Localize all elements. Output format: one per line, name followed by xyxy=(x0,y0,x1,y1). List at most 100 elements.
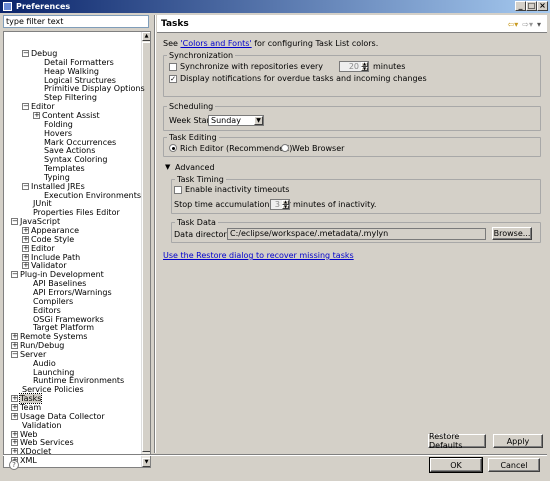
expand-icon[interactable]: + xyxy=(22,227,29,234)
data-dir-field[interactable]: C:/eclipse/workspace/.metadata/.mylyn xyxy=(227,228,486,240)
tree-item[interactable]: Target Platform xyxy=(22,323,94,332)
tree-item[interactable]: + Validator xyxy=(22,261,67,270)
expand-icon[interactable]: + xyxy=(11,430,18,438)
chevron-down-icon[interactable]: ▼ xyxy=(254,116,263,125)
collapse-icon[interactable]: − xyxy=(22,103,29,111)
spin-down-icon[interactable]: ▼ xyxy=(361,66,368,71)
tree-item[interactable]: Launching xyxy=(22,368,74,377)
tree-item[interactable]: + Remote Systems xyxy=(11,332,87,341)
menu-icon[interactable]: ▾ xyxy=(537,20,541,29)
tree-item[interactable]: Templates xyxy=(33,164,85,173)
notify-checkbox[interactable]: ✓ xyxy=(169,75,177,83)
expand-icon[interactable]: + xyxy=(11,333,18,341)
stop-minutes-spinner[interactable]: 3 ▲ ▼ xyxy=(270,199,290,210)
tree-item[interactable]: Service Policies xyxy=(11,385,84,394)
tree-item[interactable]: − Installed JREs xyxy=(22,182,85,191)
expand-icon[interactable]: + xyxy=(11,404,18,411)
tree-item[interactable]: + Usage Data Collector xyxy=(11,412,105,421)
tree-item-label: Editor xyxy=(31,102,55,112)
tree-item[interactable]: − Plug-in Development xyxy=(11,270,104,279)
sync-group-title: Synchronization xyxy=(167,51,236,60)
tree-item[interactable]: + Web Services xyxy=(11,438,74,447)
expand-icon[interactable]: + xyxy=(11,342,18,350)
maximize-icon[interactable]: □ xyxy=(526,1,537,11)
tree-item[interactable]: Syntax Coloring xyxy=(33,155,107,164)
tree-item[interactable]: Runtime Environments xyxy=(22,376,124,385)
tree-item[interactable]: Execution Environments xyxy=(33,191,141,200)
close-icon[interactable]: × xyxy=(537,1,548,11)
tree-item[interactable]: Compilers xyxy=(22,297,73,306)
tree-item[interactable]: Primitive Display Options xyxy=(33,84,145,93)
expand-icon[interactable]: + xyxy=(22,253,29,261)
expand-icon[interactable]: + xyxy=(11,395,18,403)
advanced-label[interactable]: Advanced xyxy=(175,163,215,172)
tree-item[interactable]: Audio xyxy=(22,359,56,368)
tree-item[interactable]: − Editor xyxy=(22,102,55,111)
tree-item[interactable]: + Code Style xyxy=(22,235,74,244)
tree-item[interactable]: + Appearance xyxy=(22,226,79,235)
tree-scrollbar[interactable]: ▲ ▼ xyxy=(141,32,150,467)
tree-item[interactable]: Folding xyxy=(33,120,73,129)
collapse-icon[interactable]: − xyxy=(11,350,18,358)
spin-down-icon[interactable]: ▼ xyxy=(282,204,289,209)
filter-input[interactable] xyxy=(3,15,149,28)
tree-item[interactable]: + Include Path xyxy=(22,253,80,262)
expand-icon[interactable]: + xyxy=(11,439,18,447)
restore-defaults-button[interactable]: Restore Defaults xyxy=(428,432,486,450)
colors-fonts-link[interactable]: 'Colors and Fonts' xyxy=(180,39,251,48)
tree-item[interactable]: JUnit xyxy=(22,199,52,208)
cancel-button[interactable]: Cancel xyxy=(488,458,540,472)
tree-item[interactable]: Mark Occurrences xyxy=(33,138,116,147)
sync-checkbox[interactable] xyxy=(169,63,177,71)
week-start-select[interactable]: Sunday ▼ xyxy=(208,115,264,126)
tree-item[interactable]: − Server xyxy=(11,350,46,359)
ok-button[interactable]: OK xyxy=(429,457,483,473)
tree-item[interactable]: + Run/Debug xyxy=(11,341,64,350)
collapse-icon[interactable]: − xyxy=(11,271,18,279)
scroll-thumb[interactable] xyxy=(142,42,150,452)
inactivity-checkbox[interactable] xyxy=(174,186,182,194)
help-icon[interactable]: ? xyxy=(9,460,19,470)
tree-item[interactable]: Logical Structures xyxy=(33,76,116,85)
tree-item[interactable]: Properties Files Editor xyxy=(22,208,120,217)
tree-item[interactable]: + Editor xyxy=(22,244,55,253)
tree-item[interactable]: API Errors/Warnings xyxy=(22,288,112,297)
tree-item[interactable]: Detail Formatters xyxy=(33,58,114,67)
tree-item[interactable]: OSGi Frameworks xyxy=(22,315,104,324)
expand-icon[interactable]: + xyxy=(22,235,29,243)
forward-arrow-icon[interactable]: ⇨▾ xyxy=(522,20,533,29)
tree-item[interactable]: + Content Assist xyxy=(33,111,100,120)
collapse-icon[interactable]: − xyxy=(22,182,29,190)
apply-button[interactable]: Apply xyxy=(493,434,543,448)
minimize-icon[interactable]: _ xyxy=(515,1,526,11)
tree-item[interactable]: Save Actions xyxy=(33,146,95,155)
tree-item[interactable]: Validation xyxy=(11,421,62,430)
tree-item[interactable]: + Tasks xyxy=(11,393,43,405)
collapse-icon[interactable]: − xyxy=(22,50,29,57)
rich-editor-radio[interactable] xyxy=(169,144,177,152)
tree-item[interactable]: − JavaScript xyxy=(11,217,60,226)
tree-item[interactable]: Hovers xyxy=(33,129,72,138)
expand-icon[interactable]: + xyxy=(22,244,29,252)
collapse-icon[interactable]: − xyxy=(11,218,18,226)
back-arrow-icon[interactable]: ⇦▾ xyxy=(508,20,519,29)
web-browser-radio[interactable] xyxy=(281,144,289,152)
advanced-toggle-icon[interactable]: ▼ xyxy=(165,163,170,171)
tree-item[interactable]: Step Filtering xyxy=(33,93,97,102)
sash[interactable] xyxy=(154,15,156,453)
scroll-up-icon[interactable]: ▲ xyxy=(142,32,150,41)
tree-item[interactable]: Editors xyxy=(22,306,61,315)
sync-minutes-spinner[interactable]: 20 ▲ ▼ xyxy=(339,61,369,72)
scroll-down-icon[interactable]: ▼ xyxy=(142,458,150,467)
expand-icon[interactable]: + xyxy=(11,412,18,420)
tree-item[interactable]: Typing xyxy=(33,173,70,182)
tree-item[interactable]: Heap Walking xyxy=(33,67,99,76)
tree-item[interactable]: + Web xyxy=(11,430,37,439)
tree-item[interactable]: − Debug xyxy=(22,49,57,58)
tree-item[interactable]: + Team xyxy=(11,403,41,412)
browse-button[interactable]: Browse... xyxy=(492,227,532,240)
expand-icon[interactable]: + xyxy=(22,262,29,270)
restore-dialog-link[interactable]: Use the Restore dialog to recover missin… xyxy=(163,251,354,260)
tree-item[interactable]: API Baselines xyxy=(22,279,86,288)
expand-icon[interactable]: + xyxy=(33,111,40,119)
